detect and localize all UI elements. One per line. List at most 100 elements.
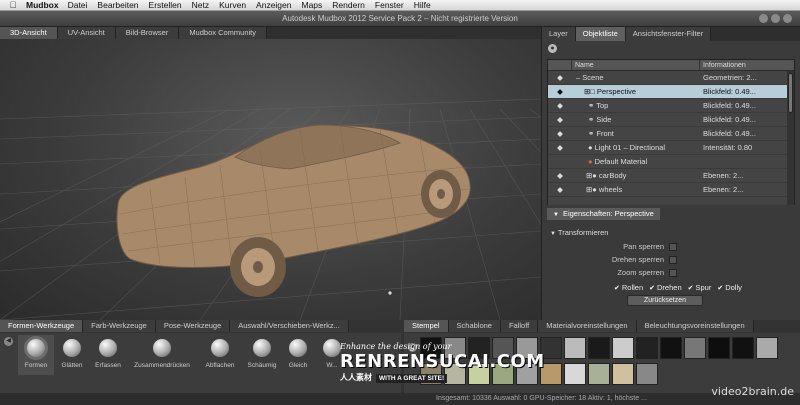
stamp-thumbnail[interactable] xyxy=(756,337,778,359)
tool-sculpt[interactable]: Formen xyxy=(18,335,54,375)
tab-viewport-filter[interactable]: Ansichtsfenster-Filter xyxy=(625,27,712,41)
table-row[interactable]: ◆ ⊞□ Perspective Blickfeld: 0.49... xyxy=(548,85,794,99)
table-row[interactable]: ◆ ⊞● wheels Ebenen: 2... xyxy=(548,183,794,197)
row-info: Blickfeld: 0.49... xyxy=(703,87,756,96)
name-column-header[interactable]: Name xyxy=(572,60,700,70)
row-info: Blickfeld: 0.49... xyxy=(703,129,756,138)
roll-checkbox[interactable]: Rollen xyxy=(614,283,643,292)
menu-hilfe[interactable]: Hilfe xyxy=(414,0,431,10)
table-row[interactable]: ◆ – Scene Geometrien: 2... xyxy=(548,71,794,85)
stamp-thumbnail[interactable] xyxy=(636,363,658,385)
tab-image-browser[interactable]: Bild-Browser xyxy=(115,27,180,39)
tool-flatten[interactable]: Abflachen xyxy=(202,339,238,369)
track-checkbox[interactable]: Spur xyxy=(688,283,712,292)
apple-icon[interactable]:  xyxy=(8,0,18,10)
tool-smooth[interactable]: Glätten xyxy=(54,339,90,369)
visibility-icon[interactable]: ◆ xyxy=(548,113,572,126)
collapse-triangle-icon[interactable]: ▼ xyxy=(553,212,559,218)
menu-datei[interactable]: Datei xyxy=(68,0,88,10)
tool-label: Schäumig xyxy=(247,362,277,369)
3d-viewport[interactable] xyxy=(0,39,541,320)
visibility-icon[interactable]: ◆ xyxy=(548,85,572,98)
visibility-icon[interactable]: ◆ xyxy=(548,183,572,196)
menu-rendern[interactable]: Rendern xyxy=(332,0,365,10)
table-row[interactable]: ◆ ⚭ Side Blickfeld: 0.49... xyxy=(548,113,794,127)
zoom-button[interactable] xyxy=(771,14,780,23)
table-row[interactable]: ◆ ⊞● carBody Ebenen: 2... xyxy=(548,169,794,183)
close-button[interactable] xyxy=(783,14,792,23)
stamp-thumbnail[interactable] xyxy=(588,363,610,385)
visibility-icon[interactable]: ◆ xyxy=(548,127,572,140)
menu-maps[interactable]: Maps xyxy=(302,0,323,10)
table-row[interactable]: ◆ ● Light 01 – Directional Intensität: 0… xyxy=(548,141,794,155)
tab-material-presets[interactable]: Materialvoreinstellungen xyxy=(538,320,637,332)
filter-icon[interactable]: ● xyxy=(548,43,557,53)
menu-kurven[interactable]: Kurven xyxy=(219,0,246,10)
stamp-thumbnail[interactable] xyxy=(612,363,634,385)
right-panel-tabs: Layer Objektliste Ansichtsfenster-Filter xyxy=(542,27,800,41)
car-model[interactable] xyxy=(116,124,471,297)
menu-netz[interactable]: Netz xyxy=(192,0,209,10)
tab-mudbox-community[interactable]: Mudbox Community xyxy=(179,27,268,39)
visibility-icon[interactable]: ◆ xyxy=(548,141,572,154)
minimize-button[interactable] xyxy=(759,14,768,23)
tab-layer[interactable]: Layer xyxy=(542,27,576,41)
menu-app[interactable]: Mudbox xyxy=(26,0,59,10)
tool-foamy[interactable]: Schäumig xyxy=(244,339,280,369)
stamp-thumbnail[interactable] xyxy=(564,337,586,359)
tool-pinch[interactable]: Zusammendrücken xyxy=(130,339,194,369)
info-column-header[interactable]: Informationen xyxy=(700,60,794,70)
tab-stencil[interactable]: Schablone xyxy=(448,320,501,332)
zoom-lock-checkbox[interactable] xyxy=(669,268,677,277)
object-list-scrollbar[interactable] xyxy=(787,71,794,216)
tool-grab[interactable]: Erfassen xyxy=(90,339,126,369)
visibility-column-header[interactable] xyxy=(548,60,572,70)
rotate-checkbox[interactable]: Drehen xyxy=(649,283,682,292)
reset-button[interactable]: Zurücksetzen xyxy=(627,295,703,306)
table-row[interactable]: ◆ ⚭ Top Blickfeld: 0.49... xyxy=(548,99,794,113)
table-row[interactable]: ◆ ⚭ Front Blickfeld: 0.49... xyxy=(548,127,794,141)
tool-spray[interactable]: Gleich xyxy=(280,339,316,369)
tab-3d-view[interactable]: 3D-Ansicht xyxy=(0,27,58,39)
visibility-icon[interactable]: ◆ xyxy=(548,71,572,84)
tab-sculpt-tools[interactable]: Formen-Werkzeuge xyxy=(0,320,84,332)
stamp-thumbnail[interactable] xyxy=(708,337,730,359)
row-info: Ebenen: 2... xyxy=(703,185,744,194)
sculpt-tool-icon xyxy=(27,339,45,357)
tab-select-move-tools[interactable]: Auswahl/Verschieben-Werkz... xyxy=(230,320,349,332)
properties-tab[interactable]: ▼ Eigenschaften: Perspective xyxy=(547,208,660,220)
tab-lighting-presets[interactable]: Beleuchtungsvoreinstellungen xyxy=(636,320,754,332)
stamp-thumbnail[interactable] xyxy=(564,363,586,385)
tab-pose-tools[interactable]: Pose-Werkzeuge xyxy=(155,320,231,332)
dolly-checkbox[interactable]: Dolly xyxy=(717,283,742,292)
tab-object-list[interactable]: Objektliste xyxy=(575,27,626,41)
transform-section[interactable]: ▼ Transformieren xyxy=(550,228,800,237)
viewport-scene xyxy=(0,98,541,320)
pan-lock-checkbox[interactable] xyxy=(669,242,677,251)
stamp-thumbnail[interactable] xyxy=(612,337,634,359)
viewport-tabs: 3D-Ansicht UV-Ansicht Bild-Browser Mudbo… xyxy=(0,27,541,39)
tab-uv-view[interactable]: UV-Ansicht xyxy=(57,27,116,39)
stamp-thumbnail[interactable] xyxy=(588,337,610,359)
stamp-thumbnail[interactable] xyxy=(684,337,706,359)
scrollbar-thumb[interactable] xyxy=(788,73,793,113)
tab-paint-tools[interactable]: Farb-Werkzeuge xyxy=(83,320,156,332)
table-row[interactable]: ● Default Material xyxy=(548,155,794,169)
stamp-thumbnail[interactable] xyxy=(732,337,754,359)
visibility-icon[interactable]: ◆ xyxy=(548,99,572,112)
menu-anzeigen[interactable]: Anzeigen xyxy=(256,0,291,10)
menu-erstellen[interactable]: Erstellen xyxy=(149,0,182,10)
rotate-lock-checkbox[interactable] xyxy=(669,255,677,264)
tab-stamp[interactable]: Stempel xyxy=(404,320,449,332)
tab-falloff[interactable]: Falloff xyxy=(500,320,539,332)
stamp-thumbnail[interactable] xyxy=(636,337,658,359)
visibility-icon[interactable]: ◆ xyxy=(548,169,572,182)
collapse-triangle-icon[interactable]: ▼ xyxy=(550,231,556,237)
tray-scroll-left-icon[interactable]: ◀ xyxy=(4,337,13,346)
menu-fenster[interactable]: Fenster xyxy=(375,0,404,10)
foamy-tool-icon xyxy=(253,339,271,357)
menu-bearbeiten[interactable]: Bearbeiten xyxy=(97,0,138,10)
stamp-thumbnail[interactable] xyxy=(660,337,682,359)
zoom-lock-row: Zoom sperren xyxy=(542,266,677,279)
tool-label: Glätten xyxy=(61,362,83,369)
